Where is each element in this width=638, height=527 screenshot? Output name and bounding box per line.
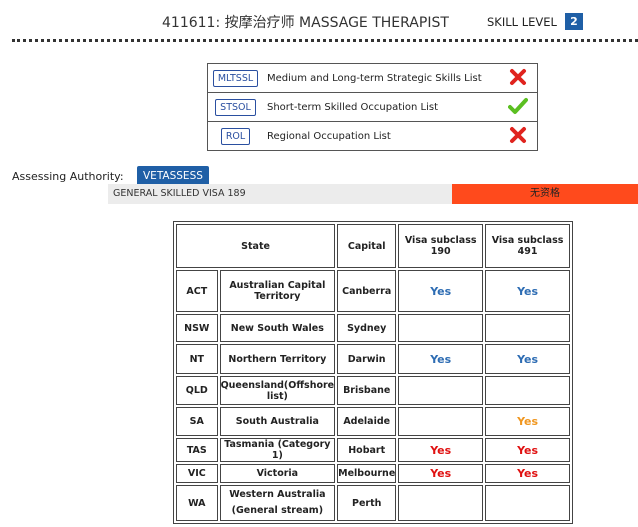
- column-header-visa-190: Visa subclass 190: [398, 224, 484, 268]
- state-name: Victoria: [219, 464, 336, 483]
- state-abbr: ACT: [176, 270, 218, 312]
- state-nomination-table: State Capital Visa subclass 190 Visa sub…: [173, 221, 573, 524]
- table-row: QLD Queensland(Offshore list) Brisbane: [176, 376, 570, 405]
- cross-icon: [509, 126, 527, 147]
- skill-level-label: SKILL LEVEL: [487, 15, 557, 29]
- table-row: VIC Victoria Melbourne Yes Yes: [176, 464, 570, 483]
- state-capital: Adelaide: [337, 407, 397, 436]
- visa-491-status: Yes: [517, 415, 539, 428]
- table-row: TAS Tasmania (Category 1) Hobart Yes Yes: [176, 438, 570, 462]
- assessing-authority-badge[interactable]: VETASSESS: [137, 166, 209, 186]
- list-row-rol: ROL Regional Occupation List: [207, 121, 538, 151]
- state-name: South Australia: [219, 407, 336, 436]
- state-capital: Darwin: [337, 344, 397, 374]
- column-header-state: State: [176, 224, 336, 268]
- state-abbr: NSW: [176, 314, 218, 342]
- list-name: Regional Occupation List: [263, 121, 499, 151]
- column-header-capital: Capital: [337, 224, 397, 268]
- state-capital: Brisbane: [337, 376, 397, 405]
- list-name: Medium and Long-term Strategic Skills Li…: [263, 63, 499, 93]
- list-name: Short-term Skilled Occupation List: [263, 92, 499, 122]
- table-row: ACT Australian Capital Territory Canberr…: [176, 270, 570, 312]
- dotted-divider: [12, 39, 638, 42]
- state-abbr: VIC: [176, 464, 218, 483]
- state-capital: Hobart: [337, 438, 397, 462]
- state-capital: Perth: [337, 485, 397, 521]
- state-name: Northern Territory: [219, 344, 336, 374]
- table-row: NSW New South Wales Sydney: [176, 314, 570, 342]
- state-name: Queensland(Offshore list): [219, 376, 336, 405]
- state-name-line2: (General stream): [231, 505, 324, 516]
- visa-491-status: Yes: [517, 284, 539, 298]
- visa-491-status: Yes: [517, 467, 539, 480]
- state-abbr: WA: [176, 485, 218, 521]
- state-capital: Sydney: [337, 314, 397, 342]
- state-abbr: TAS: [176, 438, 218, 462]
- table-row: SA South Australia Adelaide Yes: [176, 407, 570, 436]
- visa-190-status: Yes: [430, 443, 452, 457]
- assessing-authority-label: Assessing Authority:: [12, 170, 124, 183]
- page-header: 411611: 按摩治疗师 MASSAGE THERAPIST SKILL LE…: [0, 0, 638, 44]
- skill-level-badge: 2: [565, 13, 583, 30]
- occupation-lists-table: MLTSSL Medium and Long-term Strategic Sk…: [207, 63, 538, 151]
- cross-icon: [509, 68, 527, 89]
- state-abbr: SA: [176, 407, 218, 436]
- state-abbr: NT: [176, 344, 218, 374]
- state-name: Western Australia: [229, 489, 326, 500]
- state-name: Tasmania (Category 1): [219, 438, 336, 462]
- table-header-row: State Capital Visa subclass 190 Visa sub…: [176, 224, 570, 268]
- state-capital: Melbourne: [337, 464, 397, 483]
- state-name: Australian Capital Territory: [219, 270, 336, 312]
- visa-189-status: 无资格: [452, 184, 638, 204]
- visa-189-label: GENERAL SKILLED VISA 189: [108, 184, 452, 204]
- state-capital: Canberra: [337, 270, 397, 312]
- table-row: WA Western Australia (General stream) Pe…: [176, 485, 570, 521]
- occupation-title: 411611: 按摩治疗师 MASSAGE THERAPIST: [162, 15, 449, 31]
- column-header-visa-491: Visa subclass 491: [485, 224, 570, 268]
- state-name: New South Wales: [219, 314, 336, 342]
- list-row-mltssl: MLTSSL Medium and Long-term Strategic Sk…: [207, 63, 538, 93]
- visa-491-status: Yes: [517, 443, 539, 457]
- check-icon: [508, 97, 528, 118]
- list-code-tag[interactable]: ROL: [220, 127, 251, 145]
- list-code-tag[interactable]: MLTSSL: [212, 69, 259, 87]
- visa-190-status: Yes: [430, 284, 452, 298]
- visa-491-status: Yes: [517, 352, 539, 366]
- visa-190-status: Yes: [430, 352, 452, 366]
- list-code-tag[interactable]: STSOL: [215, 98, 256, 116]
- state-abbr: QLD: [176, 376, 218, 405]
- table-row: NT Northern Territory Darwin Yes Yes: [176, 344, 570, 374]
- list-row-stsol: STSOL Short-term Skilled Occupation List: [207, 92, 538, 122]
- visa-190-status: Yes: [430, 467, 452, 480]
